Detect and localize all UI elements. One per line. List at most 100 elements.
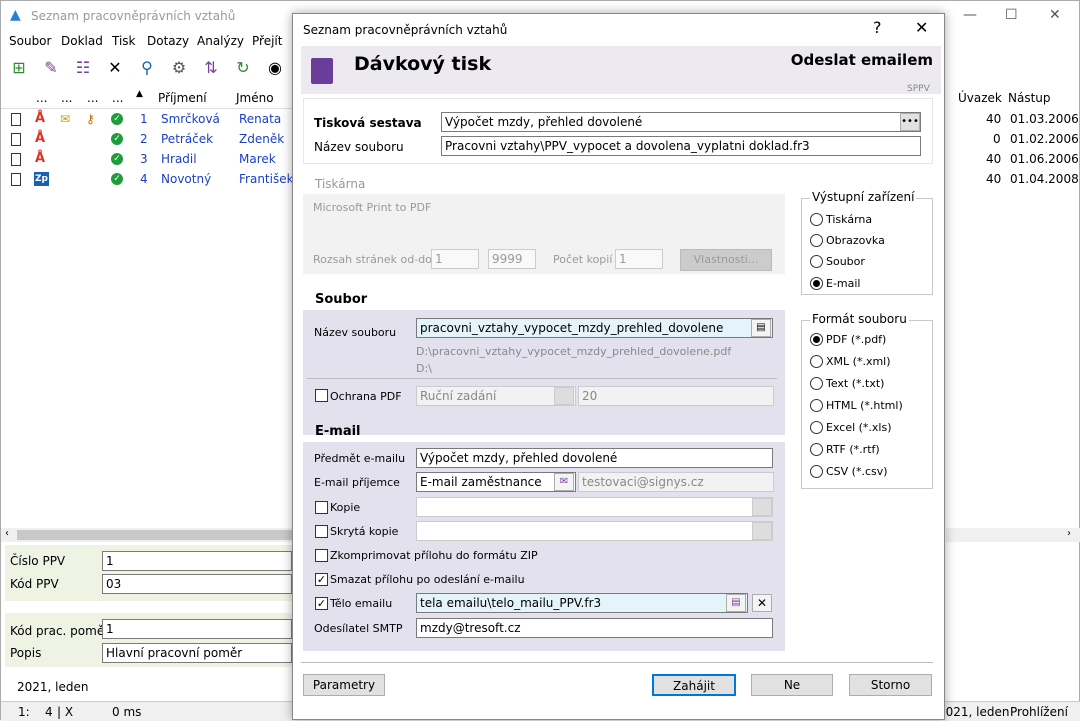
radio-html[interactable] [810,399,823,412]
table-row[interactable]: Å ✓ 3 Hradil Marek [1,149,297,169]
telo-field[interactable]: tela emailu\telo_mailu_PPV.fr3 [416,593,748,613]
menu-analyzy[interactable]: Analýzy [197,34,244,48]
col-dots-3[interactable]: ... [87,91,98,105]
col-jmeno[interactable]: Jméno [236,91,274,105]
menu-dotazy[interactable]: Dotazy [147,34,189,48]
refresh-icon[interactable]: ↻ [232,57,254,79]
popis-label: Popis [10,646,42,660]
col-dots-4[interactable]: ... [112,91,123,105]
kopie-label: Kopie [330,501,361,514]
scroll-right-icon[interactable]: › [1067,528,1071,539]
cislo-field[interactable]: 1 [102,551,292,571]
nazev-souboru-field[interactable]: Pracovni vztahy\PPV_vypocet a dovolena_v… [441,136,921,156]
predmet-field[interactable]: Výpočet mzdy, přehled dovolené [416,448,773,468]
sort-icon[interactable]: ⇅ [200,57,222,79]
delete-icon[interactable]: ✕ [104,57,126,79]
document-icon [11,153,21,166]
email-pick-icon[interactable]: ✉ [554,473,574,491]
new-record-icon[interactable]: ⊞ [8,57,30,79]
menu-doklad[interactable]: Doklad [61,34,103,48]
telo-clear-icon[interactable]: ✕ [752,594,772,612]
minimize-icon[interactable]: — [963,7,977,23]
help-icon[interactable]: ? [873,18,882,37]
smtp-field[interactable]: mzdy@tresoft.cz [416,618,773,638]
ochrana-checkbox[interactable] [315,389,328,402]
telo-browse-icon[interactable]: ▤ [726,594,746,612]
scroll-thumb[interactable] [17,530,293,540]
scroll-left-icon[interactable]: ‹ [5,528,9,539]
kopie-checkbox[interactable] [315,501,328,514]
ne-button[interactable]: Ne [751,674,833,696]
pocet-spin[interactable]: 1 [615,249,663,269]
dialog-close-icon[interactable]: ✕ [915,18,928,37]
popis-field[interactable]: Hlavní pracovní poměr [102,643,292,663]
predmet-label: Předmět e-mailu [314,452,406,465]
output-device-group: Výstupní zařízení Tiskárna Obrazovka Sou… [801,190,933,295]
soubor-name-field[interactable]: pracovni_vztahy_vypocet_mzdy_prehled_dov… [416,318,773,338]
list-icon[interactable]: ☷ [72,57,94,79]
skryta-field[interactable] [416,521,773,541]
radio-rtf[interactable] [810,443,823,456]
rucni-dropdown[interactable] [554,387,574,405]
menu-prejit[interactable]: Přejít [252,34,282,48]
smazat-checkbox[interactable]: ✓ [315,573,328,586]
prijemce-field[interactable]: E-mail zaměstnance [416,472,576,492]
smtp-label: Odesílatel SMTP [314,622,403,635]
rucni-field[interactable]: Ruční zadání [416,386,576,406]
radio-email[interactable] [810,277,823,290]
row-prijmeni: Petráček [161,132,214,146]
radio-obrazovka[interactable] [810,234,823,247]
menu-soubor[interactable]: Soubor [9,34,51,48]
col-prijmeni[interactable]: Příjmení [158,91,207,105]
col-dots-1[interactable]: ... [36,91,47,105]
radio-xls[interactable] [810,421,823,434]
skryta-checkbox[interactable] [315,525,328,538]
vlastnosti-button[interactable]: Vlastnosti... [680,249,772,271]
kod-prac-field[interactable]: 1 [102,619,292,639]
telo-checkbox[interactable]: ✓ [315,597,328,610]
envelope-icon: ✉ [60,112,71,126]
file-browse-icon[interactable]: ▤ [751,319,771,337]
radio-xml[interactable] [810,355,823,368]
radio-csv[interactable] [810,465,823,478]
radio-pdf[interactable] [810,333,823,346]
table-row[interactable]: Å ✉ ⚷ ✓ 1 Smrčková Renata [1,109,297,129]
col-uvazek[interactable]: Úvazek [958,91,1002,105]
preview-icon[interactable]: ◉ [264,57,286,79]
close-icon[interactable]: ✕ [1049,7,1061,23]
search-icon[interactable]: ⚲ [136,57,158,79]
zip-checkbox[interactable] [315,549,328,562]
email-panel: Předmět e-mailu Výpočet mzdy, přehled do… [303,442,785,651]
radio-soubor[interactable] [810,255,823,268]
radio-txt[interactable] [810,377,823,390]
horizontal-scrollbar-right[interactable]: › [946,528,1080,542]
skryta-button[interactable] [752,522,772,540]
prijemce-test-field[interactable]: testovaci@signys.cz [578,472,774,492]
edit-record-icon[interactable]: ✎ [40,57,62,79]
table-row[interactable]: Å ✓ 2 Petráček Zdeněk [1,129,297,149]
col-nastup[interactable]: Nástup [1008,91,1051,105]
status-period: 2021, leden [938,705,1010,719]
kod-field[interactable]: 03 [102,574,292,594]
filter-icon[interactable]: ⚙ [168,57,190,79]
rozsah-to-spin[interactable]: 9999 [488,249,536,269]
storno-button[interactable]: Storno [849,674,932,696]
tiskova-sestava-field[interactable]: Výpočet mzdy, přehled dovolené [441,112,921,132]
soubor-path-2: D:\ [416,362,432,375]
browse-report-button[interactable]: ••• [900,113,920,131]
table-row[interactable]: Zp ✓ 4 Novotný František [1,169,297,189]
row-jmeno: Marek [239,152,276,166]
menu-tisk[interactable]: Tisk [112,34,136,48]
zahajit-button[interactable]: Zahájit [652,674,736,696]
maximize-icon[interactable]: ☐ [1005,7,1018,23]
col-dots-2[interactable]: ... [61,91,72,105]
app-logo-icon: ▲ [10,7,21,23]
rozsah-from-spin[interactable]: 1 [431,249,479,269]
kopie-field[interactable] [416,497,773,517]
radio-tiskarna[interactable] [810,213,823,226]
parametry-button[interactable]: Parametry [303,674,385,696]
horizontal-scrollbar[interactable]: ‹ [1,528,297,542]
ochrana-num-field[interactable]: 20 [578,386,774,406]
kopie-button[interactable] [752,498,772,516]
kod-prac-label: Kód prac. poměru [10,624,117,638]
